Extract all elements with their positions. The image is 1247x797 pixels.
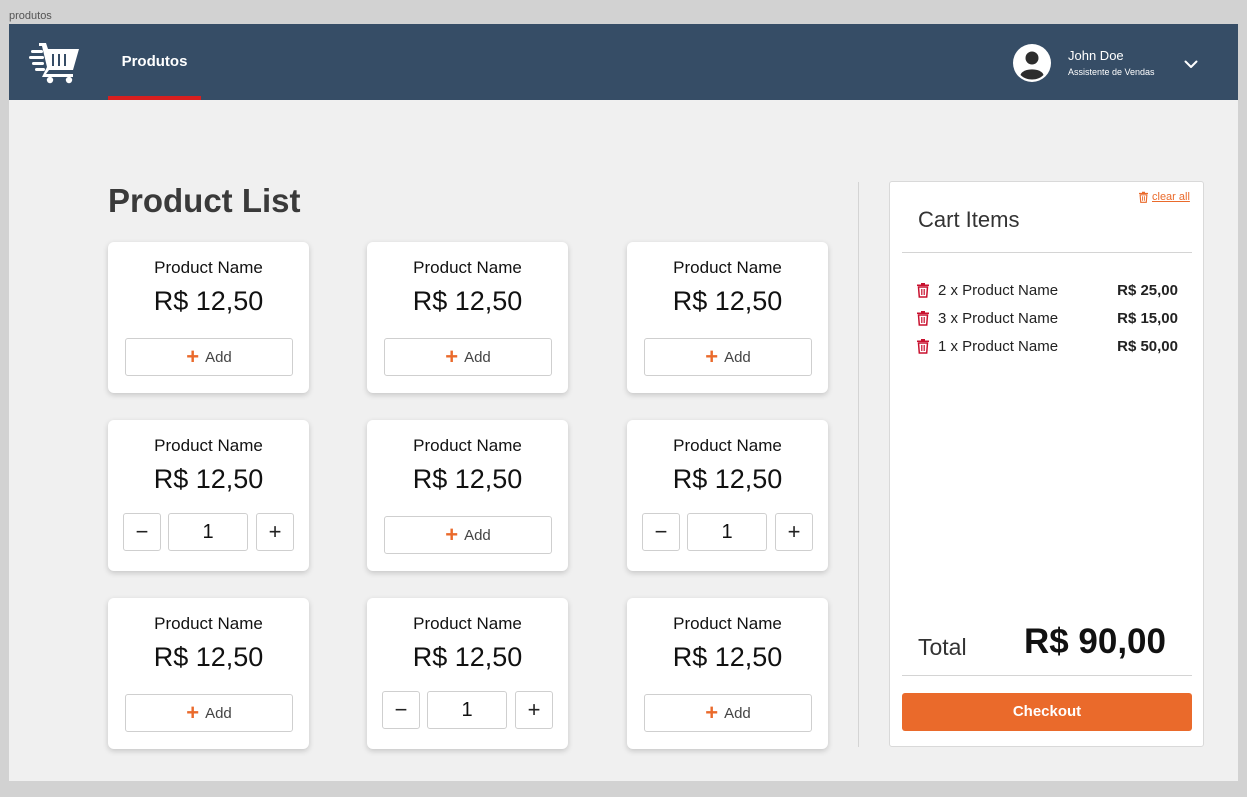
minus-icon: − xyxy=(654,519,668,544)
decrease-quantity-button[interactable]: − xyxy=(382,691,420,729)
quantity-stepper: − 1 + xyxy=(123,513,294,551)
plus-icon: + xyxy=(705,344,719,369)
product-name: Product Name xyxy=(673,614,782,633)
product-name: Product Name xyxy=(673,258,782,277)
cart-item-amount: R$ 50,00 xyxy=(1117,338,1178,355)
increase-quantity-button[interactable]: + xyxy=(775,513,813,551)
add-button-label: Add xyxy=(205,704,232,722)
product-name: Product Name xyxy=(154,436,263,455)
plus-icon: + xyxy=(186,344,200,369)
cart-item-amount: R$ 15,00 xyxy=(1117,310,1178,327)
cart-divider xyxy=(902,252,1192,253)
product-price: R$ 12,50 xyxy=(412,642,523,672)
trash-icon[interactable] xyxy=(916,282,930,298)
decrease-quantity-button[interactable]: − xyxy=(642,513,680,551)
page-title: Product List xyxy=(108,182,301,219)
total-label: Total xyxy=(918,634,967,660)
product-price: R$ 12,50 xyxy=(153,642,264,672)
app-frame: Produtos John Doe Assistente de Vendas P… xyxy=(9,24,1238,781)
product-card: Product Name R$ 12,50 + Add xyxy=(108,242,309,393)
cart-panel: clear all Cart Items 2 x Product Name R$… xyxy=(889,181,1204,747)
product-card: Product Name R$ 12,50 + Add xyxy=(627,598,828,749)
user-name: John Doe xyxy=(1068,48,1124,63)
checkout-button[interactable]: Checkout xyxy=(902,693,1192,731)
cart-item: 2 x Product Name R$ 25,00 xyxy=(916,281,1178,301)
vertical-divider xyxy=(858,182,859,747)
plus-icon: + xyxy=(445,344,459,369)
add-button[interactable]: + Add xyxy=(644,338,812,376)
clear-all-label: clear all xyxy=(1152,191,1190,203)
add-button[interactable]: + Add xyxy=(125,338,293,376)
product-card: Product Name R$ 12,50 + Add xyxy=(367,242,568,393)
frame-label: produtos xyxy=(9,10,52,22)
add-button-label: Add xyxy=(205,348,232,366)
active-tab-indicator xyxy=(108,96,201,100)
add-button[interactable]: + Add xyxy=(384,516,552,554)
cart-item-description: 1 x Product Name xyxy=(938,338,1059,355)
fast-cart-icon[interactable] xyxy=(29,40,81,84)
trash-icon[interactable] xyxy=(916,338,930,354)
cart-title: Cart Items xyxy=(918,207,1020,232)
user-avatar-icon[interactable] xyxy=(1013,44,1051,82)
add-button-label: Add xyxy=(724,704,751,722)
product-card: Product Name R$ 12,50 − 1 + xyxy=(627,420,828,571)
quantity-stepper: − 1 + xyxy=(382,691,553,729)
total-value: R$ 90,00 xyxy=(1023,622,1166,661)
product-price: R$ 12,50 xyxy=(672,286,783,316)
plus-icon: + xyxy=(705,700,719,725)
product-card: Product Name R$ 12,50 − 1 + xyxy=(367,598,568,749)
product-name: Product Name xyxy=(413,436,522,455)
tab-produtos[interactable]: Produtos xyxy=(108,24,201,100)
tab-produtos-label: Produtos xyxy=(121,53,188,70)
total-divider xyxy=(902,675,1192,676)
add-button-label: Add xyxy=(464,526,491,544)
trash-icon xyxy=(1139,191,1148,203)
quantity-field[interactable]: 1 xyxy=(427,691,507,729)
add-button[interactable]: + Add xyxy=(384,338,552,376)
product-name: Product Name xyxy=(154,258,263,277)
product-card: Product Name R$ 12,50 + Add xyxy=(627,242,828,393)
increase-quantity-button[interactable]: + xyxy=(256,513,294,551)
quantity-stepper: − 1 + xyxy=(642,513,813,551)
product-card: Product Name R$ 12,50 − 1 + xyxy=(108,420,309,571)
product-price: R$ 12,50 xyxy=(672,642,783,672)
product-price: R$ 12,50 xyxy=(153,286,264,316)
product-price: R$ 12,50 xyxy=(412,286,523,316)
plus-icon: + xyxy=(527,697,541,722)
chevron-down-icon[interactable] xyxy=(1181,54,1201,74)
cart-item: 1 x Product Name R$ 50,00 xyxy=(916,337,1178,357)
product-price: R$ 12,50 xyxy=(153,464,264,494)
decrease-quantity-button[interactable]: − xyxy=(123,513,161,551)
user-role: Assistente de Vendas xyxy=(1068,67,1155,77)
plus-icon: + xyxy=(445,522,459,547)
plus-icon: + xyxy=(268,519,282,544)
minus-icon: − xyxy=(135,519,149,544)
plus-icon: + xyxy=(186,700,200,725)
plus-icon: + xyxy=(787,519,801,544)
quantity-field[interactable]: 1 xyxy=(168,513,248,551)
product-name: Product Name xyxy=(154,614,263,633)
clear-all-link[interactable]: clear all xyxy=(1138,191,1190,203)
product-price: R$ 12,50 xyxy=(672,464,783,494)
add-button[interactable]: + Add xyxy=(644,694,812,732)
cart-item-amount: R$ 25,00 xyxy=(1117,282,1178,299)
product-name: Product Name xyxy=(673,436,782,455)
product-price: R$ 12,50 xyxy=(412,464,523,494)
product-card: Product Name R$ 12,50 + Add xyxy=(367,420,568,571)
add-button-label: Add xyxy=(724,348,751,366)
add-button-label: Add xyxy=(464,348,491,366)
trash-icon[interactable] xyxy=(916,310,930,326)
top-navbar: Produtos John Doe Assistente de Vendas xyxy=(9,24,1238,100)
add-button[interactable]: + Add xyxy=(125,694,293,732)
quantity-field[interactable]: 1 xyxy=(687,513,767,551)
product-card: Product Name R$ 12,50 + Add xyxy=(108,598,309,749)
cart-item-description: 3 x Product Name xyxy=(938,310,1059,327)
cart-item: 3 x Product Name R$ 15,00 xyxy=(916,309,1178,329)
product-name: Product Name xyxy=(413,614,522,633)
increase-quantity-button[interactable]: + xyxy=(515,691,553,729)
cart-item-description: 2 x Product Name xyxy=(938,282,1059,299)
minus-icon: − xyxy=(394,697,408,722)
product-name: Product Name xyxy=(413,258,522,277)
